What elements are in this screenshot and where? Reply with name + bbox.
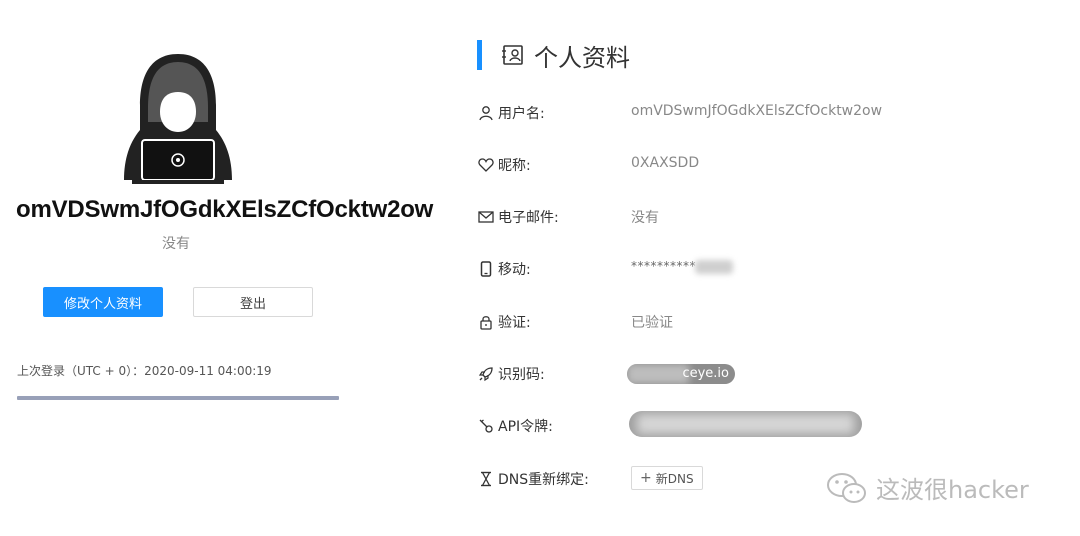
profile-email: 没有 <box>162 236 190 252</box>
row-label-text: 验证: <box>498 315 531 331</box>
section-accent-bar <box>477 40 482 70</box>
row-label-text: 昵称: <box>498 158 531 174</box>
profile-progress-fill <box>17 396 339 400</box>
row-label-email: 电子邮件: <box>478 207 559 227</box>
row-label-text: 电子邮件: <box>498 210 559 226</box>
user-icon <box>479 106 493 121</box>
last-login-text: 上次登录（UTC + 0）：2020-09-11 04:00:19 <box>17 364 272 378</box>
row-label-nickname: 昵称: <box>478 155 531 175</box>
mobile-redacted-blur <box>695 260 733 274</box>
plus-icon: + <box>640 470 652 486</box>
api-token-field[interactable] <box>629 411 862 437</box>
profile-username: omVDSwmJfOGdkXElsZCfOcktw2ow <box>16 196 434 223</box>
rocket-icon <box>478 367 493 382</box>
row-value-nickname: 0XAXSDD <box>631 155 700 171</box>
row-label-text: API令牌: <box>498 419 553 435</box>
row-label-mobile: 移动: <box>478 259 531 279</box>
row-label-username: 用户名: <box>478 103 545 123</box>
hourglass-icon <box>481 471 491 487</box>
row-value-verify: 已验证 <box>631 315 673 331</box>
profile-card-icon <box>502 45 523 65</box>
edit-profile-button[interactable]: 修改个人资料 <box>43 287 163 317</box>
identifier-redacted-blur <box>627 364 689 384</box>
row-label-text: 用户名: <box>498 106 545 122</box>
row-label-text: 识别码: <box>498 367 545 383</box>
lock-icon <box>480 316 492 330</box>
identifier-badge: ceye.io <box>627 364 735 384</box>
row-label-text: 移动: <box>498 262 531 278</box>
mail-icon <box>478 211 494 223</box>
wechat-icon <box>827 472 866 503</box>
profile-progress-bar <box>17 396 339 400</box>
row-label-verify: 验证: <box>478 312 531 332</box>
section-title: 个人资料 <box>534 44 630 72</box>
add-dns-button[interactable]: + 新DNS <box>631 466 703 490</box>
logout-button[interactable]: 登出 <box>193 287 313 317</box>
heart-icon <box>478 158 494 172</box>
row-label-api-token: API令牌: <box>478 416 553 436</box>
row-label-text: DNS重新绑定: <box>498 472 589 488</box>
row-label-identifier: 识别码: <box>478 364 545 384</box>
row-value-email: 没有 <box>631 210 659 226</box>
row-label-dns-rebind: DNS重新绑定: <box>478 469 589 489</box>
watermark: 这波很hacker <box>826 470 1029 505</box>
key-icon <box>479 419 493 433</box>
add-dns-label: 新DNS <box>655 471 694 486</box>
identifier-domain: ceye.io <box>682 366 729 381</box>
mobile-icon <box>480 261 492 277</box>
watermark-text: 这波很hacker <box>876 476 1029 504</box>
row-value-mobile: ********** <box>631 259 696 273</box>
row-value-username: omVDSwmJfOGdkXElsZCfOcktw2ow <box>631 103 883 119</box>
hacker-avatar <box>124 54 232 184</box>
api-token-redacted-blur <box>637 414 854 434</box>
